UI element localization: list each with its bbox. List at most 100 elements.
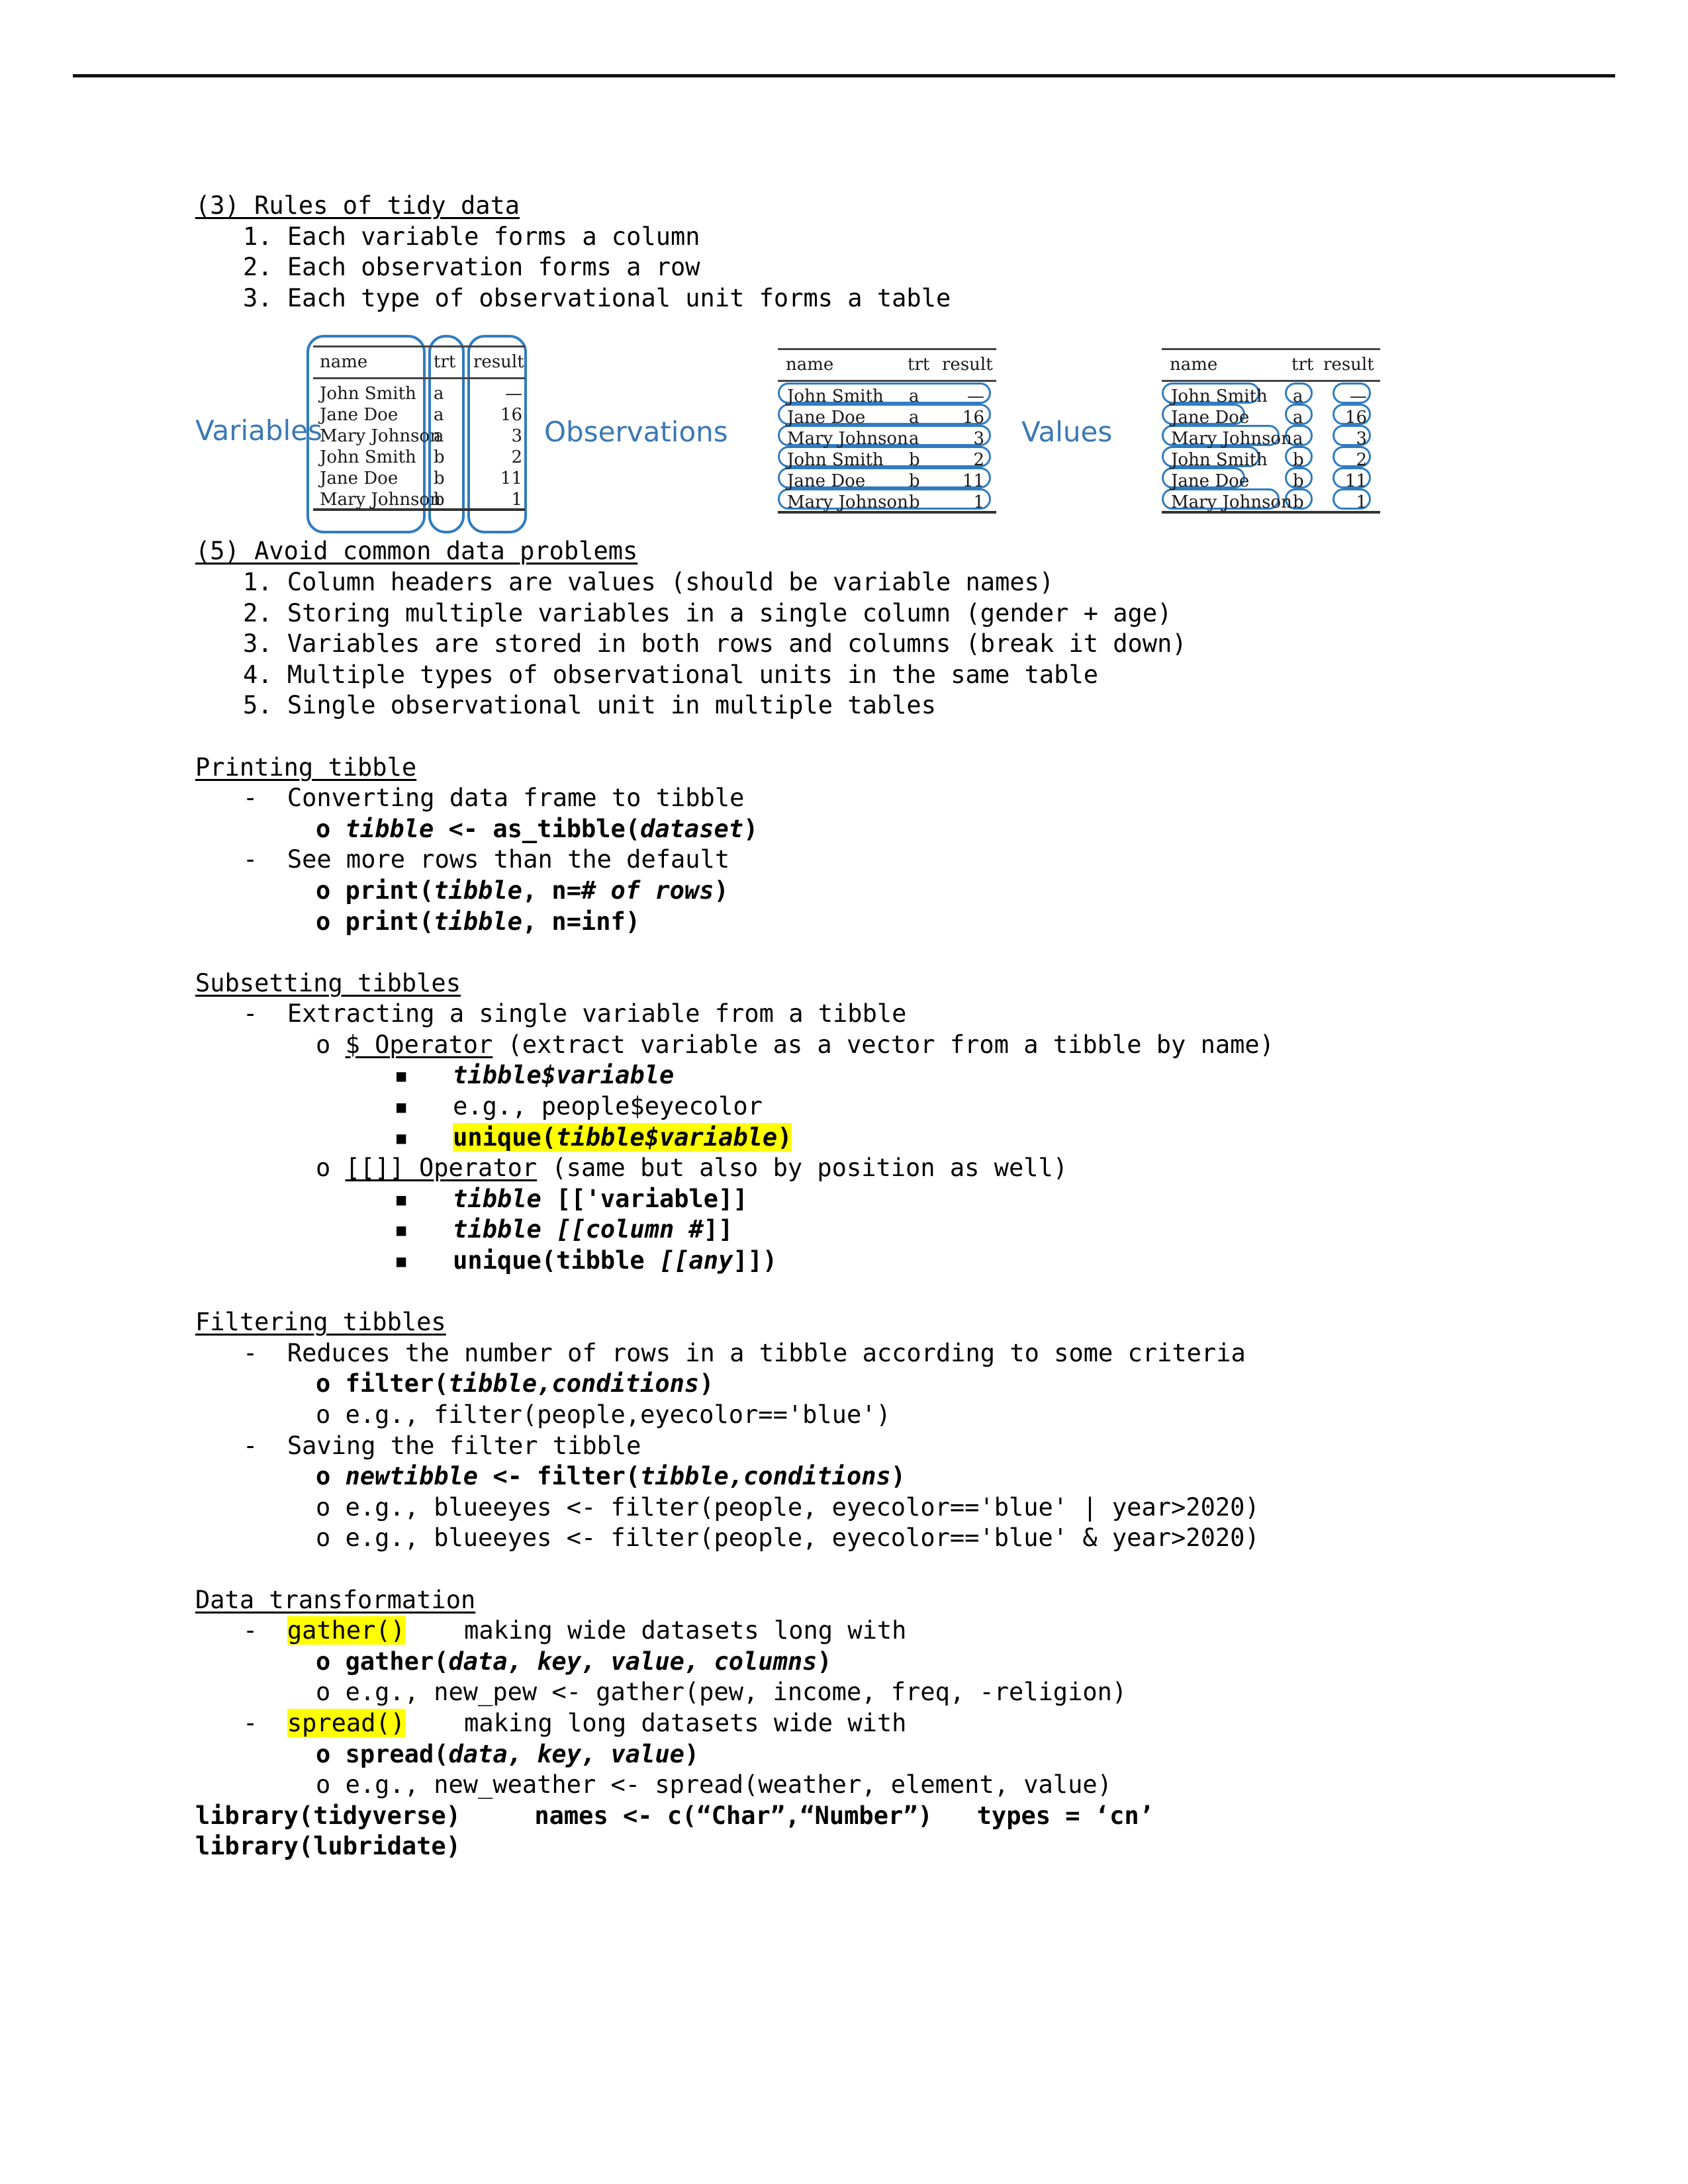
- code-bold: ]]: [703, 1215, 733, 1244]
- notes-body: (3) Rules of tidy data 1. Each variable …: [195, 191, 1585, 1862]
- section-heading-rules: (3) Rules of tidy data: [195, 191, 1585, 222]
- problems-item: 4. Multiple types of observational units…: [243, 660, 1099, 689]
- bullet-marker: o: [316, 1030, 331, 1059]
- transform-code: o gather(data, key, value, columns): [195, 1647, 1585, 1678]
- operator-name: [[]] Operator: [345, 1154, 538, 1183]
- code-ital: # of rows: [581, 876, 714, 905]
- example-text: e.g., new_weather <- spread(weather, ele…: [345, 1770, 1112, 1799]
- rules-item: 1. Each variable forms a column: [243, 222, 700, 251]
- example-text: e.g., filter(people,eyecolor=='blue'): [345, 1400, 891, 1429]
- operator-desc: (extract variable as a vector from a tib…: [492, 1030, 1274, 1059]
- square-bullet: ▪: [394, 1246, 409, 1275]
- code-bold: ): [743, 814, 759, 843]
- operator-dollar: o $ Operator (extract variable as a vect…: [195, 1030, 1585, 1061]
- bullet-marker: o: [316, 1647, 331, 1676]
- code-bold: <- filter(: [478, 1462, 641, 1491]
- filtering-bullet: - Reduces the number of rows in a tibble…: [243, 1338, 1246, 1367]
- section-heading-printing: Printing tibble: [195, 752, 1585, 784]
- code-ital: tibble: [453, 1184, 557, 1213]
- printing-code: o tibble <- as_tibble(dataset): [195, 814, 1585, 845]
- heading-text: Filtering tibbles: [195, 1308, 446, 1337]
- code-ital: [[column #: [556, 1215, 704, 1244]
- operator-name: $ Operator: [345, 1030, 493, 1059]
- code-bold: , n=: [522, 876, 581, 905]
- problems-item: 5. Single observational unit in multiple…: [243, 691, 936, 720]
- bullet-marker: o: [316, 814, 331, 843]
- filtering-example: o e.g., blueeyes <- filter(people, eyeco…: [195, 1523, 1585, 1554]
- subsetting-item-highlighted: ▪ unique(tibble$variable): [195, 1122, 1585, 1154]
- transform-example: o e.g., new_weather <- spread(weather, e…: [195, 1770, 1585, 1801]
- transform-example: o e.g., new_pew <- gather(pew, income, f…: [195, 1677, 1585, 1708]
- bullet-marker: o: [316, 1678, 331, 1707]
- code-ital: data, key, value, columns: [448, 1647, 818, 1676]
- code-bold: ): [777, 1122, 792, 1152]
- code-bold: print(: [345, 907, 434, 936]
- subsetting-item: ▪ tibble$variable: [195, 1060, 1585, 1091]
- bullet-marker: o: [316, 907, 331, 936]
- square-bullet: ▪: [394, 1122, 409, 1152]
- highlight-wrap: unique(tibble$variable): [453, 1122, 792, 1152]
- code-ital: data, key, value: [448, 1739, 684, 1768]
- printing-code: o print(tibble, n=# of rows): [195, 876, 1585, 907]
- section-heading-subsetting: Subsetting tibbles: [195, 968, 1585, 999]
- example-text: e.g., new_pew <- gather(pew, income, fre…: [345, 1678, 1127, 1707]
- square-bullet: ▪: [394, 1215, 409, 1244]
- problems-item: 1. Column headers are values (should be …: [243, 567, 1055, 596]
- heading-text: Subsetting tibbles: [195, 968, 461, 997]
- subsetting-item: ▪ unique(tibble [[any]]): [195, 1246, 1585, 1277]
- bullet-marker: o: [316, 1492, 331, 1522]
- filtering-example: o e.g., filter(people,eyecolor=='blue'): [195, 1400, 1585, 1431]
- code-bold: ]]: [718, 1184, 748, 1213]
- code-bold: ): [684, 1739, 700, 1768]
- code-ital: tibble,conditions: [640, 1462, 891, 1491]
- document-page: Variables name trt result John Smith a —…: [0, 0, 1688, 2184]
- names-assignment: names <- c(“Char”,“Number”): [534, 1801, 933, 1830]
- diagram-spacer: [195, 314, 1585, 536]
- code-ital: tibble: [434, 876, 522, 905]
- spread-highlight: spread(): [287, 1708, 406, 1737]
- code-bold: , n=inf): [522, 907, 641, 936]
- problems-item: 2. Storing multiple variables in a singl…: [243, 598, 1172, 627]
- heading-text: Printing tibble: [195, 752, 417, 782]
- rules-item: 2. Each observation forms a row: [243, 253, 700, 282]
- code-ital: tibble,conditions: [448, 1369, 700, 1398]
- code-bold: print(: [345, 876, 434, 905]
- dash-marker: -: [243, 1616, 287, 1645]
- code-ital: [[any: [659, 1246, 733, 1275]
- bullet-marker: o: [316, 1524, 331, 1553]
- gather-desc: making wide datasets long with: [405, 1616, 907, 1645]
- heading-text: (5) Avoid common data problems: [195, 537, 638, 566]
- square-bullet: ▪: [394, 1092, 409, 1121]
- operator-desc: (same but also by position as well): [537, 1154, 1068, 1183]
- filtering-code: o newtibble <- filter(tibble,conditions): [195, 1461, 1585, 1492]
- bullet-marker: o: [316, 876, 331, 905]
- filtering-code: o filter(tibble,conditions): [195, 1369, 1585, 1400]
- square-bullet: ▪: [394, 1184, 409, 1213]
- operator-brackets: o [[]] Operator (same but also by positi…: [195, 1153, 1585, 1184]
- code-bold: filter(: [345, 1369, 449, 1398]
- example-text: e.g., blueeyes <- filter(people, eyecolo…: [345, 1524, 1260, 1553]
- code-ital: dataset: [640, 814, 744, 843]
- code-ital: newtibble: [345, 1462, 479, 1491]
- transform-code: o spread(data, key, value): [195, 1739, 1585, 1770]
- rules-item: 3. Each type of observational unit forms…: [243, 283, 951, 312]
- code-bold: ): [890, 1462, 906, 1491]
- section-heading-filtering: Filtering tibbles: [195, 1307, 1585, 1338]
- bullet-marker: o: [316, 1462, 331, 1491]
- spread-desc: making long datasets wide with: [405, 1708, 907, 1737]
- transform-gather: - gather() making wide datasets long wit…: [195, 1615, 1585, 1647]
- code-bold: unique(: [453, 1122, 557, 1152]
- gather-highlight: gather(): [287, 1616, 406, 1645]
- square-bullet: ▪: [394, 1061, 409, 1090]
- section-heading-problems: (5) Avoid common data problems: [195, 536, 1585, 567]
- types-assignment: types = ‘cn’: [976, 1801, 1154, 1830]
- subsetting-item: ▪ tibble [[column #]]: [195, 1214, 1585, 1246]
- bullet-marker: o: [316, 1154, 331, 1183]
- code-bold: ]]): [733, 1246, 778, 1275]
- code-bold: unique(tibble: [453, 1246, 659, 1275]
- code-bold: ): [699, 1369, 714, 1398]
- code-bold: [['variable: [556, 1184, 719, 1213]
